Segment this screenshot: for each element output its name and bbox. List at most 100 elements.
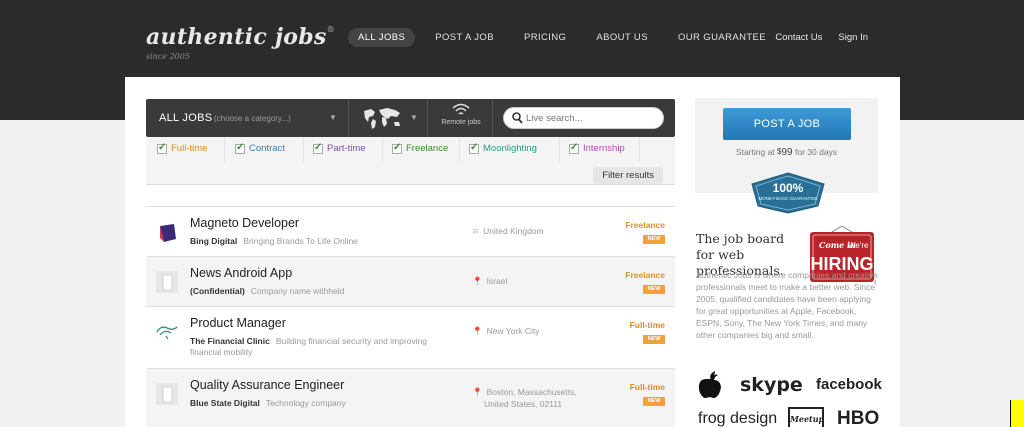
filter-label: Internship xyxy=(583,143,625,154)
job-row[interactable]: Quality Assurance Engineer Blue State Di… xyxy=(146,368,675,427)
search-input[interactable] xyxy=(526,111,656,125)
svg-text:MONEY-BACK GUARANTEE: MONEY-BACK GUARANTEE xyxy=(758,196,817,201)
divider xyxy=(382,137,383,161)
company-name: (Confidential) Company name withheld xyxy=(190,286,345,296)
chevron-down-icon[interactable]: ▼ xyxy=(329,113,337,122)
pin-icon: 📍 xyxy=(472,326,483,336)
checkbox[interactable] xyxy=(469,142,479,154)
divider xyxy=(559,137,560,161)
divider xyxy=(224,137,225,161)
pin-icon: 📍 xyxy=(472,387,483,397)
nav-our-guarantee[interactable]: OUR GUARANTEE xyxy=(668,28,776,47)
company-logo-icon xyxy=(156,326,178,340)
job-location: 📍 Boston, Massachusetts, United States, 02… xyxy=(472,387,577,409)
filter-label: Contract xyxy=(249,143,285,154)
contact-us-link[interactable]: Contact Us xyxy=(775,32,822,43)
job-type: Freelance xyxy=(625,220,665,230)
filter-bar: ALL JOBS (choose a category...) ▼ ▼ Remo… xyxy=(146,99,675,137)
checkbox[interactable] xyxy=(569,142,579,154)
frog-design-logo: frog design xyxy=(698,410,778,427)
job-title-link[interactable]: Quality Assurance Engineer xyxy=(190,378,344,392)
all-jobs-label[interactable]: ALL JOBS xyxy=(159,112,212,124)
job-location: 📍 Israel xyxy=(472,276,508,286)
meetup-logo: Meetup xyxy=(788,407,824,427)
nav-post-a-job[interactable]: POST A JOB xyxy=(425,28,504,47)
company-description-line-2: financial mobility xyxy=(190,347,253,357)
job-type: Full-time xyxy=(629,382,665,392)
company-name: The Financial Clinic Building financial s… xyxy=(190,336,428,346)
company-description: Bringing Brands To Life Online xyxy=(243,236,358,246)
job-type: Freelance xyxy=(625,270,665,280)
job-title-link[interactable]: News Android App xyxy=(190,266,292,280)
highlight-marker xyxy=(1010,400,1024,427)
new-badge: NEW xyxy=(643,285,665,294)
divider xyxy=(492,99,493,137)
filter-contract[interactable]: Contract xyxy=(235,142,285,154)
company-name: Blue State Digital Technology company xyxy=(190,398,346,408)
building-icon xyxy=(156,383,178,405)
checkbox[interactable] xyxy=(235,142,245,154)
job-location: ≋ United Kingdom xyxy=(472,226,544,236)
company-description: Technology company xyxy=(265,398,346,408)
post-a-job-button[interactable]: POST A JOB xyxy=(723,108,851,140)
job-type: Full-time xyxy=(629,320,665,330)
sign-in-link[interactable]: Sign In xyxy=(838,32,868,43)
hbo-logo: HBO xyxy=(837,408,880,427)
checkbox[interactable] xyxy=(313,142,323,154)
chevron-down-icon[interactable]: ▼ xyxy=(410,113,418,122)
filter-full-time[interactable]: Full-time xyxy=(157,142,208,154)
nav-pricing[interactable]: PRICING xyxy=(514,28,576,47)
filter-label: Part-time xyxy=(327,143,366,154)
new-badge: NEW xyxy=(643,235,665,244)
filter-freelance[interactable]: Freelance xyxy=(392,142,449,154)
wifi-icon: ≋ xyxy=(472,226,480,236)
checkbox[interactable] xyxy=(157,142,167,154)
company-logo-icon xyxy=(160,224,176,242)
divider xyxy=(459,137,460,161)
logo-tagline: since 2005 xyxy=(146,52,190,61)
filter-results-button[interactable]: Filter results xyxy=(593,167,663,184)
filter-label: Moonlighting xyxy=(483,143,537,154)
job-row[interactable]: News Android App (Confidential) Company n… xyxy=(146,256,675,306)
filter-label: Full-time xyxy=(171,143,208,154)
search-box[interactable] xyxy=(503,107,664,129)
divider xyxy=(303,137,304,161)
pin-icon: 📍 xyxy=(472,276,483,286)
svg-text:We're: We're xyxy=(848,241,869,250)
filter-internship[interactable]: Internship xyxy=(569,142,625,154)
filter-moonlighting[interactable]: Moonlighting xyxy=(469,142,537,154)
divider xyxy=(639,137,640,161)
new-badge: NEW xyxy=(643,397,665,406)
nav-all-jobs[interactable]: ALL JOBS xyxy=(348,28,416,47)
filter-label: Freelance xyxy=(406,143,449,154)
job-location: 📍 New York City xyxy=(472,326,540,336)
job-title-link[interactable]: Magneto Developer xyxy=(190,216,299,230)
apple-logo-icon xyxy=(698,371,721,398)
guarantee-badge[interactable]: 100% MONEY-BACK GUARANTEE xyxy=(750,172,826,214)
remote-jobs-label: Remote jobs xyxy=(441,119,481,126)
category-dropdown[interactable]: (choose a category...) xyxy=(214,114,291,123)
job-row[interactable]: Magneto Developer Bing Digital Bringing B… xyxy=(146,206,675,256)
pricing-note: Starting at $99 for 30 days xyxy=(735,147,838,158)
company-description: Company name withheld xyxy=(250,286,345,296)
checkbox[interactable] xyxy=(392,142,402,154)
job-list: Magneto Developer Bing Digital Bringing B… xyxy=(146,206,675,427)
job-row[interactable]: Product Manager The Financial Clinic Buil… xyxy=(146,306,675,368)
company-name: Bing Digital Bringing Brands To Life Onli… xyxy=(190,236,358,246)
about-text: Authentic Jobs is where companies and cr… xyxy=(696,270,878,340)
job-title-link[interactable]: Product Manager xyxy=(190,316,286,330)
building-icon xyxy=(156,271,178,293)
new-badge: NEW xyxy=(643,335,665,344)
nav-about-us[interactable]: ABOUT US xyxy=(586,28,658,47)
filter-part-time[interactable]: Part-time xyxy=(313,142,366,154)
remote-jobs-toggle[interactable]: Remote jobs xyxy=(436,103,486,126)
divider xyxy=(427,99,428,137)
skype-logo: skype xyxy=(740,374,803,396)
world-map-icon[interactable] xyxy=(361,105,403,131)
company-description: Building financial security and improvin… xyxy=(275,336,428,346)
account-links: Contact Us Sign In xyxy=(775,32,868,43)
search-icon xyxy=(512,112,523,124)
job-type-filters: Full-time Contract Part-time Freelance M… xyxy=(146,137,675,185)
divider xyxy=(348,99,349,137)
site-logo[interactable]: authentic jobs® xyxy=(146,24,335,50)
